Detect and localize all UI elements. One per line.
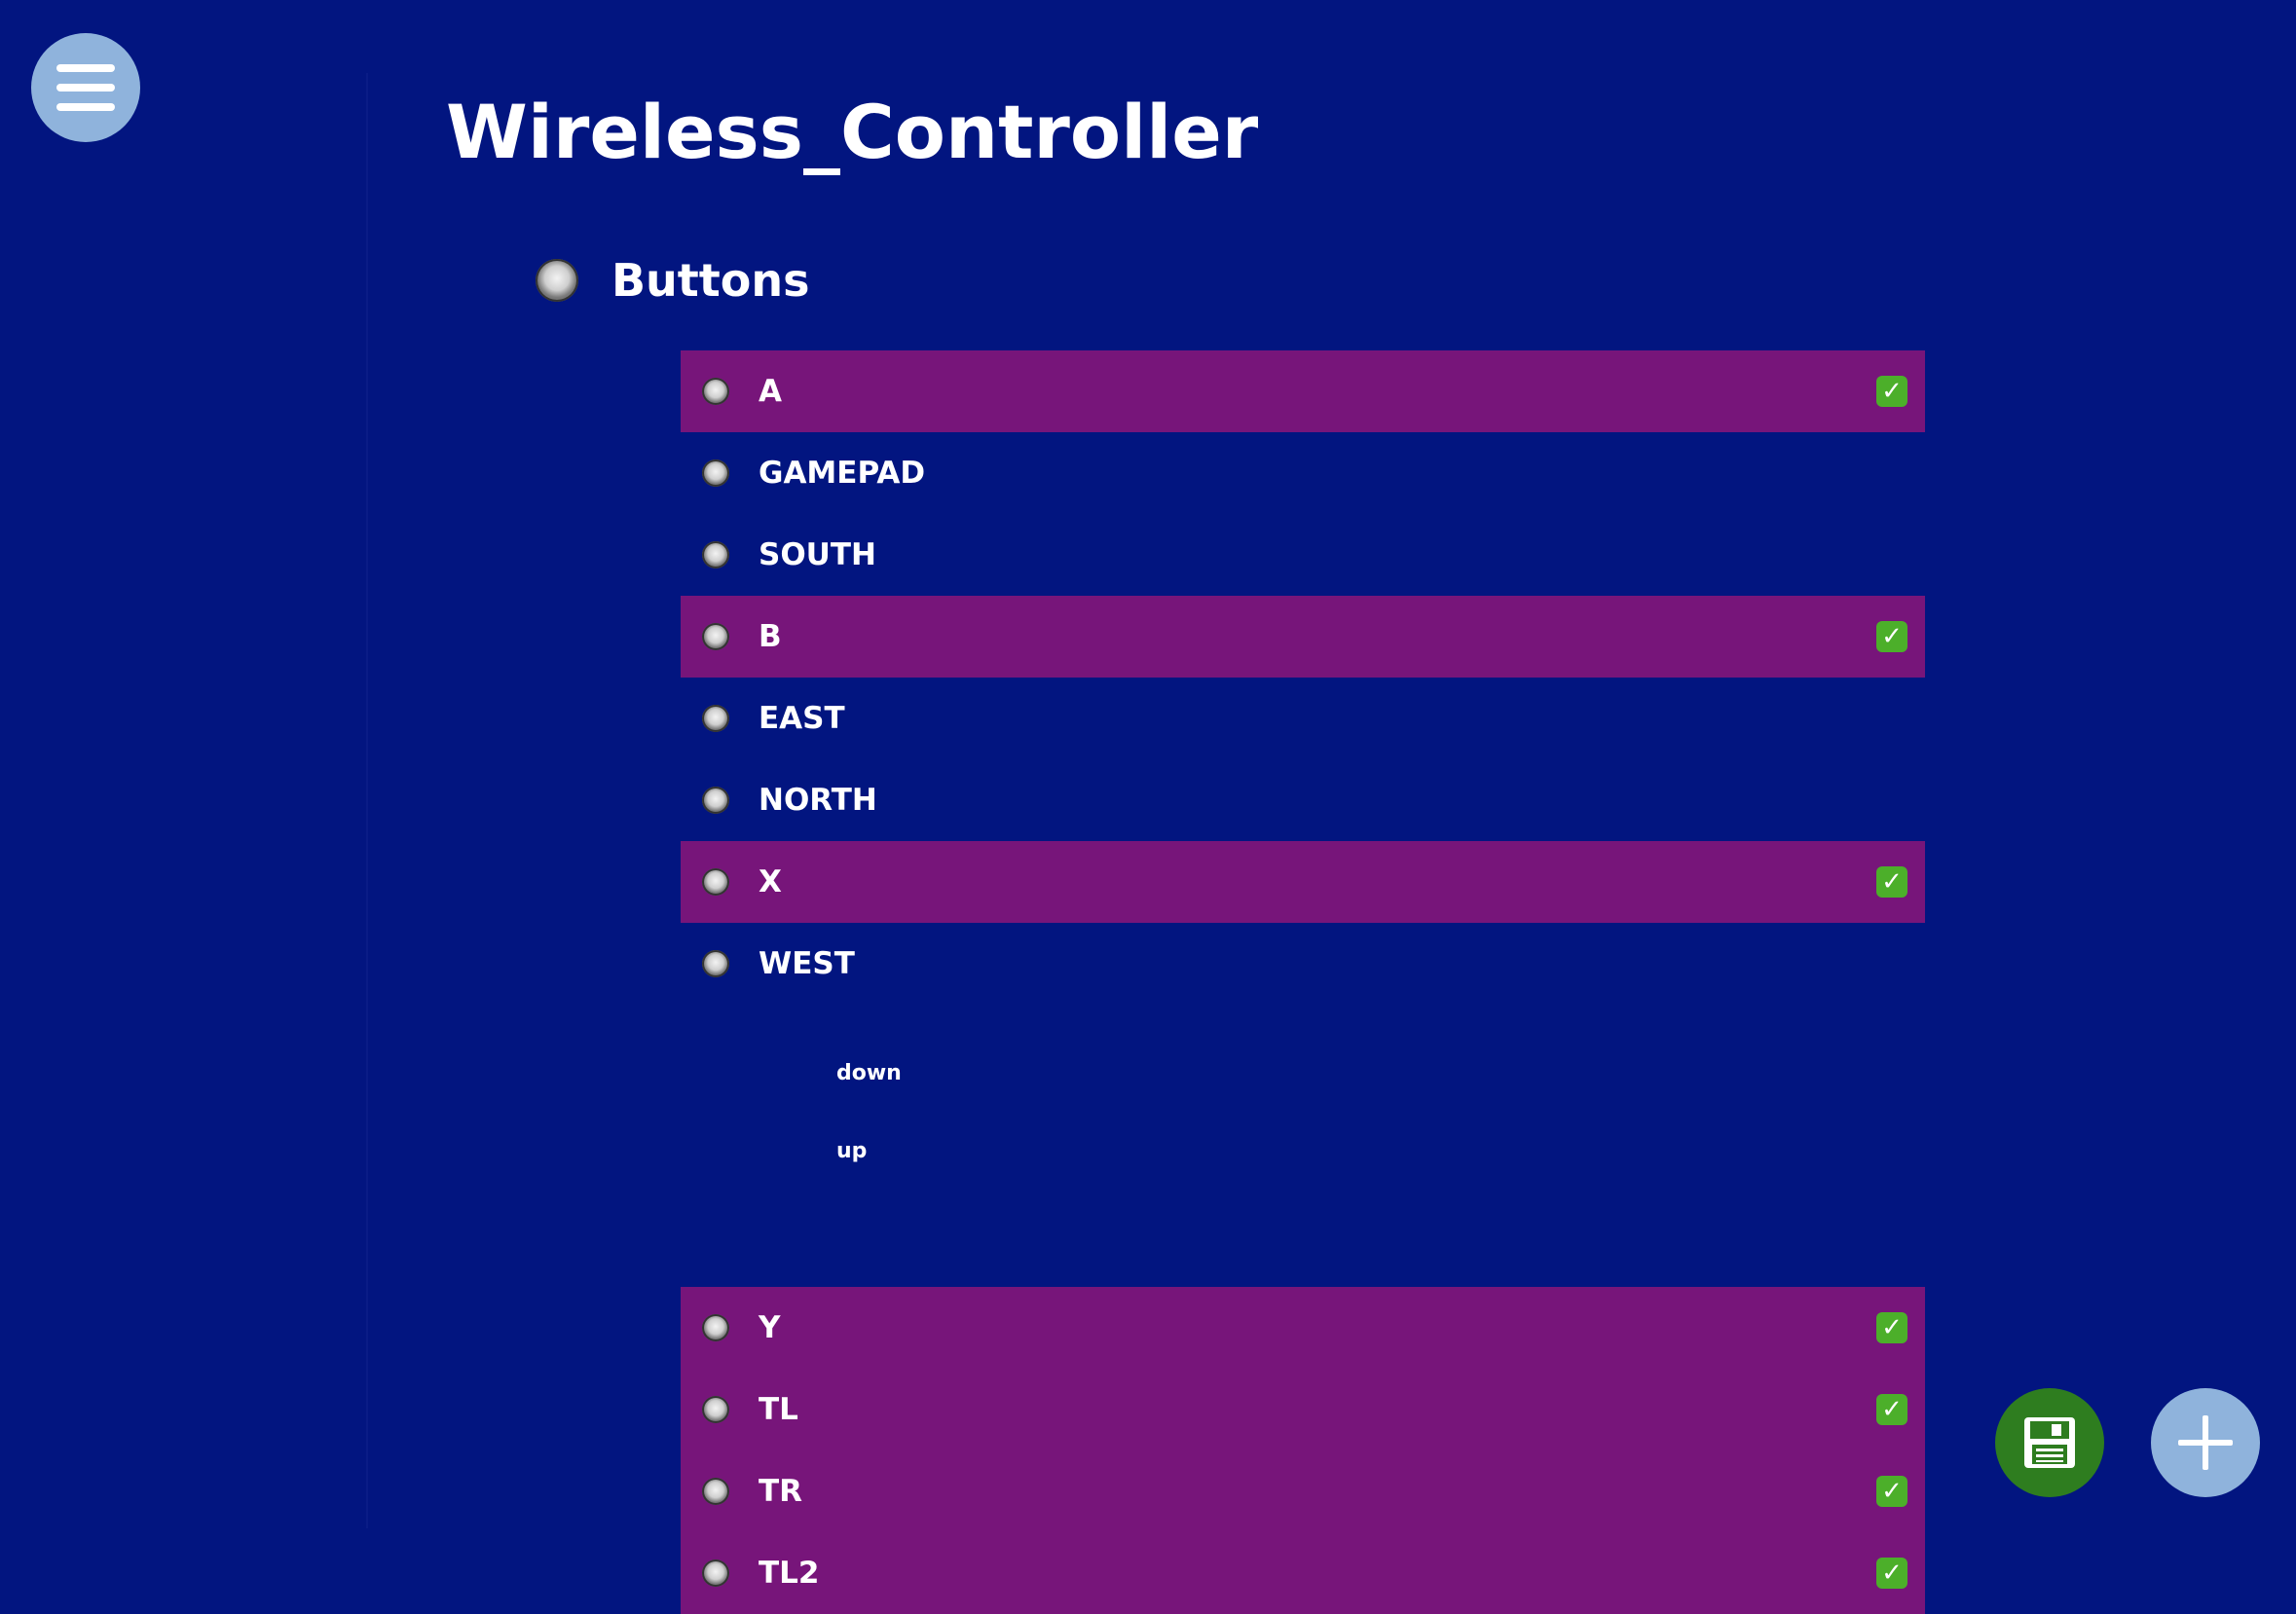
radio-icon[interactable] [702, 868, 729, 896]
list-item-label: Y [759, 1310, 781, 1345]
check-mark-icon: ✓ [1876, 376, 1907, 407]
sub-option-down[interactable]: down [836, 1061, 902, 1085]
check-mark-icon: ✓ [1876, 1312, 1907, 1343]
button-list: A ✓ GAMEPAD SOUTH B ✓ EAST NORTH X ✓ WES… [681, 350, 1925, 1614]
radio-icon[interactable] [702, 378, 729, 405]
check-mark-icon: ✓ [1876, 1394, 1907, 1425]
save-button[interactable] [1995, 1388, 2104, 1497]
check-mark-icon: ✓ [1876, 866, 1907, 898]
list-item-tr[interactable]: TR ✓ [681, 1450, 1925, 1532]
list-item-west[interactable]: WEST [681, 923, 1925, 1005]
list-item-label: TL [759, 1392, 798, 1427]
radio-icon[interactable] [702, 623, 729, 650]
list-item-y[interactable]: Y ✓ [681, 1287, 1925, 1369]
list-item-east[interactable]: EAST [681, 678, 1925, 759]
radio-icon[interactable] [702, 787, 729, 814]
group-label: Buttons [611, 254, 810, 307]
add-button[interactable] [2151, 1388, 2260, 1497]
list-item-tl[interactable]: TL ✓ [681, 1369, 1925, 1450]
list-item-label: SOUTH [759, 537, 876, 572]
group-header-buttons[interactable]: Buttons [536, 251, 810, 310]
radio-icon[interactable] [702, 705, 729, 732]
sub-option-up[interactable]: up [836, 1139, 867, 1163]
radio-icon[interactable] [702, 541, 729, 569]
list-item-tl2[interactable]: TL2 ✓ [681, 1532, 1925, 1614]
radio-icon[interactable] [702, 950, 729, 977]
list-item-label: NORTH [759, 783, 877, 818]
list-item-label: EAST [759, 701, 845, 736]
list-item-south[interactable]: SOUTH [681, 514, 1925, 596]
list-item-label: TL2 [759, 1556, 820, 1591]
list-item-x[interactable]: X ✓ [681, 841, 1925, 923]
radio-icon[interactable] [536, 259, 578, 302]
page-title: Wireless_Controller [446, 89, 1259, 175]
list-item-label: A [759, 374, 782, 409]
list-item-label: GAMEPAD [759, 456, 926, 491]
list-item-label: WEST [759, 946, 855, 981]
hamburger-menu-icon [56, 64, 115, 72]
list-item-a[interactable]: A ✓ [681, 350, 1925, 432]
list-item-label: TR [759, 1474, 803, 1509]
list-item-label: X [759, 864, 782, 899]
sidebar-divider [366, 73, 368, 1528]
radio-icon[interactable] [702, 1396, 729, 1423]
menu-button[interactable] [31, 33, 140, 142]
check-mark-icon: ✓ [1876, 1558, 1907, 1589]
radio-icon[interactable] [702, 459, 729, 487]
radio-icon[interactable] [702, 1559, 729, 1587]
radio-icon[interactable] [702, 1478, 729, 1505]
west-sub-options: down up [681, 1005, 1925, 1287]
check-mark-icon: ✓ [1876, 1476, 1907, 1507]
radio-icon[interactable] [702, 1314, 729, 1341]
plus-icon [2178, 1415, 2233, 1470]
list-item-gamepad[interactable]: GAMEPAD [681, 432, 1925, 514]
floppy-disk-icon [2024, 1417, 2075, 1468]
list-item-label: B [759, 619, 782, 654]
list-item-north[interactable]: NORTH [681, 759, 1925, 841]
check-mark-icon: ✓ [1876, 621, 1907, 652]
list-item-b[interactable]: B ✓ [681, 596, 1925, 678]
